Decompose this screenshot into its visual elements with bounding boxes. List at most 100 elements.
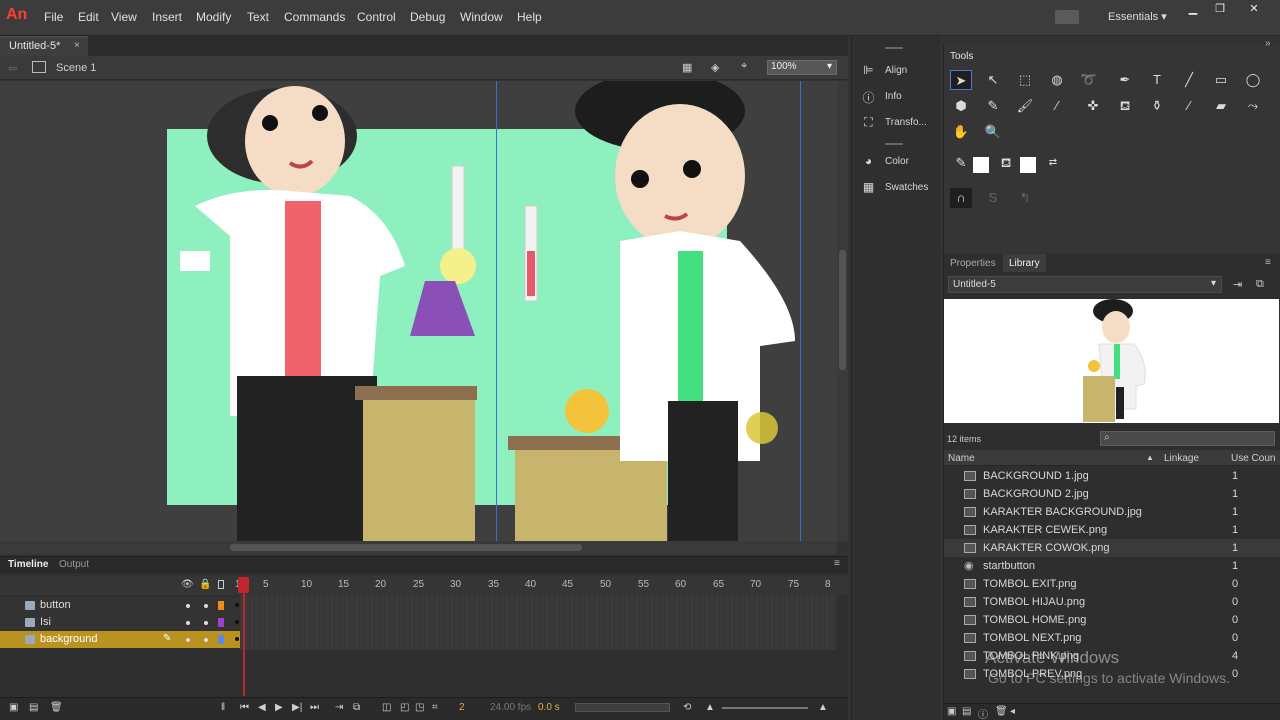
loop-playback-icon[interactable]: ⟲ <box>683 702 691 713</box>
menu-file[interactable]: File <box>44 10 63 24</box>
playhead[interactable] <box>243 577 245 696</box>
new-library-panel-icon[interactable]: ⧉ <box>1256 278 1264 291</box>
zoom-out-icon[interactable]: ▲ <box>705 702 715 713</box>
layer-color-swatch[interactable] <box>218 618 224 627</box>
column-use-count[interactable]: Use Coun <box>1231 453 1275 464</box>
width-tool-icon[interactable]: ⤳ <box>1242 96 1264 116</box>
menu-edit[interactable]: Edit <box>78 10 99 24</box>
stage-vscroll-thumb[interactable] <box>839 250 846 370</box>
panel-info[interactable]: Info <box>885 91 902 102</box>
panel-color[interactable]: Color <box>885 156 909 167</box>
zoom-tool-icon[interactable]: 🔍 <box>982 122 1004 142</box>
fill-color-icon[interactable]: ⛾ <box>995 153 1017 173</box>
layer-row-selected[interactable]: background ✎ <box>0 631 240 648</box>
guide-line[interactable] <box>496 81 497 541</box>
library-document-select[interactable]: Untitled-5 ▾ <box>948 276 1222 293</box>
back-arrow-icon[interactable]: ⇦ <box>8 62 17 75</box>
eraser-tool-icon[interactable]: ▰ <box>1210 96 1232 116</box>
new-folder-icon[interactable]: ▤ <box>962 706 971 717</box>
swatches-icon[interactable]: ▦ <box>861 180 876 194</box>
tab-output[interactable]: Output <box>59 559 89 570</box>
panel-transform[interactable]: Transfo... <box>885 117 927 128</box>
new-layer-icon[interactable]: ▣ <box>9 702 18 713</box>
drag-handle[interactable] <box>885 47 903 49</box>
keyframe[interactable] <box>235 637 239 641</box>
hand-tool-icon[interactable]: ✋ <box>950 122 972 142</box>
snap-to-objects-icon[interactable]: ∩ <box>950 188 972 208</box>
layer-color-swatch[interactable] <box>218 635 224 644</box>
3d-rotation-tool-icon[interactable]: ◍ <box>1046 70 1068 90</box>
brush-tool-icon[interactable]: ∕ <box>1046 96 1068 116</box>
rectangle-tool-icon[interactable]: ▭ <box>1210 70 1232 90</box>
stage-hscroll-thumb[interactable] <box>230 544 582 551</box>
guide-line[interactable] <box>800 81 801 541</box>
layer-row[interactable]: button <box>0 597 240 614</box>
subselection-tool-icon[interactable]: ↖ <box>982 70 1004 90</box>
delete-layer-icon[interactable]: 🗑 <box>50 702 63 713</box>
panel-menu-icon[interactable]: ≡ <box>1265 257 1271 268</box>
keyframe[interactable] <box>235 620 239 624</box>
paint-brush-tool-icon[interactable]: 🖌 <box>1014 96 1036 116</box>
zoom-select[interactable]: 100% ▾ <box>767 60 837 75</box>
selection-tool-icon[interactable]: ➤ <box>950 70 972 90</box>
pencil-tool-icon[interactable]: ✎ <box>982 96 1004 116</box>
sync-settings-icon[interactable] <box>1055 10 1079 24</box>
workspace-switcher[interactable]: Essentials ▾ <box>1108 10 1167 23</box>
loop-icon[interactable]: ⇥ <box>335 702 343 713</box>
paint-bucket-tool-icon[interactable]: ⛾ <box>1114 96 1136 116</box>
align-icon[interactable]: ⊫ <box>861 63 876 77</box>
transform-icon[interactable]: ⛶ <box>861 115 876 129</box>
restore-icon[interactable]: ❐ <box>1207 2 1233 16</box>
current-frame[interactable]: 2 <box>459 702 465 713</box>
edit-symbols-icon[interactable]: ◈ <box>711 61 719 74</box>
keyframe[interactable] <box>235 603 239 607</box>
free-transform-tool-icon[interactable]: ⬚ <box>1014 70 1036 90</box>
edit-multiple-frames-icon[interactable]: ◰ <box>400 702 409 713</box>
menu-commands[interactable]: Commands <box>284 10 345 24</box>
stroke-color-swatch[interactable] <box>973 157 989 173</box>
delete-icon[interactable]: 🗑 <box>995 706 1008 717</box>
menu-modify[interactable]: Modify <box>196 10 231 24</box>
drag-handle[interactable] <box>885 143 903 145</box>
edit-scene-icon[interactable]: ▦ <box>682 61 692 74</box>
scene-label[interactable]: Scene 1 <box>56 62 96 74</box>
lock-dot[interactable] <box>204 621 208 625</box>
first-frame-icon[interactable]: ⏮ <box>240 702 249 713</box>
lock-dot[interactable] <box>204 638 208 642</box>
center-stage-icon[interactable]: ⌖ <box>741 60 747 73</box>
lasso-tool-icon[interactable]: ➰ <box>1078 70 1100 90</box>
timeline-zoom-slider[interactable] <box>722 707 808 709</box>
menu-window[interactable]: Window <box>460 10 503 24</box>
playhead-handle[interactable] <box>238 577 249 593</box>
outline-icon[interactable] <box>218 580 224 589</box>
panel-swatches[interactable]: Swatches <box>885 182 928 193</box>
oval-tool-icon[interactable]: ◯ <box>1242 70 1264 90</box>
menu-view[interactable]: View <box>111 10 137 24</box>
document-tab-close-icon[interactable]: × <box>74 40 80 51</box>
layer-color-swatch[interactable] <box>218 601 224 610</box>
menu-debug[interactable]: Debug <box>410 10 445 24</box>
polystar-tool-icon[interactable]: ⬢ <box>950 96 972 116</box>
sort-ascending-icon[interactable]: ▲ <box>1146 453 1154 462</box>
tab-library[interactable]: Library <box>1009 258 1040 269</box>
step-forward-icon[interactable]: ▶| <box>292 702 302 713</box>
smooth-icon[interactable]: S <box>982 188 1004 208</box>
timeline-hscrollbar[interactable] <box>575 703 670 712</box>
menu-control[interactable]: Control <box>357 10 396 24</box>
frame-rate[interactable]: 24.00 fps <box>490 702 531 713</box>
panel-menu-icon[interactable]: ≡ <box>834 558 840 569</box>
fill-color-swatch[interactable] <box>1020 157 1036 173</box>
ink-bottle-tool-icon[interactable]: ⚱ <box>1146 96 1168 116</box>
scroll-left-icon[interactable]: ◂ <box>1010 706 1015 717</box>
new-folder-icon[interactable]: ▤ <box>29 702 38 713</box>
color-icon[interactable]: ◕ <box>861 154 876 168</box>
tab-properties[interactable]: Properties <box>950 258 996 269</box>
timeline-frames[interactable] <box>240 595 836 650</box>
layer-row[interactable]: Isi <box>0 614 240 631</box>
minimize-icon[interactable]: ▁ <box>1180 2 1206 16</box>
step-back-icon[interactable]: ◀ <box>258 702 266 713</box>
stroke-color-icon[interactable]: ✎ <box>950 153 972 173</box>
last-frame-icon[interactable]: ⏭ <box>310 702 319 713</box>
menu-help[interactable]: Help <box>517 10 542 24</box>
onion-skin-icon[interactable]: ⧉ <box>353 702 360 713</box>
